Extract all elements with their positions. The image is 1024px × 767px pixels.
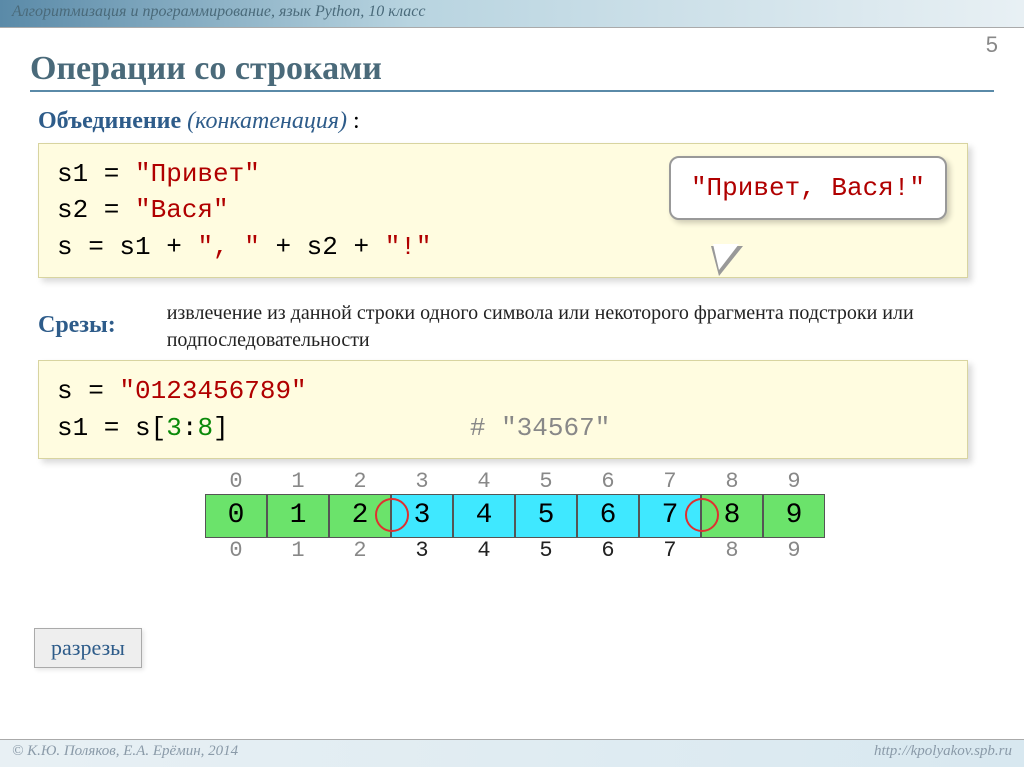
char-row: 0123456789 bbox=[205, 494, 1024, 538]
index-cell: 3 bbox=[391, 538, 453, 563]
char-cell: 7 bbox=[639, 494, 701, 538]
index-cell: 7 bbox=[639, 469, 701, 494]
index-cell: 8 bbox=[701, 469, 763, 494]
char-cell: 6 bbox=[577, 494, 639, 538]
cut-label: разрезы bbox=[34, 628, 142, 668]
index-cell: 4 bbox=[453, 469, 515, 494]
bottom-index-row: 0123456789 bbox=[205, 538, 1024, 563]
footer-left: © К.Ю. Поляков, Е.А. Ерёмин, 2014 bbox=[12, 743, 238, 764]
page-number: 5 bbox=[986, 32, 998, 58]
slices-heading: Срезы: bbox=[38, 312, 167, 339]
concat-term: Объединение bbox=[38, 108, 181, 134]
char-cell: 2 bbox=[329, 494, 391, 538]
index-cell: 5 bbox=[515, 469, 577, 494]
index-cell: 3 bbox=[391, 469, 453, 494]
index-cell: 2 bbox=[329, 469, 391, 494]
footer-right: http://kpolyakov.spb.ru bbox=[874, 743, 1012, 764]
code-line: s = s1 + ", " + s2 + "!" bbox=[57, 229, 949, 265]
bubble-text: "Привет, Вася!" bbox=[691, 173, 925, 203]
index-cell: 2 bbox=[329, 538, 391, 563]
index-cell: 7 bbox=[639, 538, 701, 563]
char-cell: 4 bbox=[453, 494, 515, 538]
concat-heading: Объединение (конкатенация) : bbox=[38, 108, 986, 135]
index-cell: 9 bbox=[763, 538, 825, 563]
slices-code-block: s = "0123456789" s1 = s[3:8] # "34567" bbox=[38, 360, 968, 459]
slide-title: Операции со строками bbox=[30, 50, 994, 92]
index-cell: 6 bbox=[577, 538, 639, 563]
char-cell: 0 bbox=[205, 494, 267, 538]
slide-header: Алгоритмизация и программирование, язык … bbox=[0, 0, 1024, 28]
slide-footer: © К.Ю. Поляков, Е.А. Ерёмин, 2014 http:/… bbox=[0, 739, 1024, 767]
char-cell: 8 bbox=[701, 494, 763, 538]
code-line: s = "0123456789" bbox=[57, 373, 949, 409]
index-cell: 8 bbox=[701, 538, 763, 563]
concat-colon: : bbox=[353, 108, 360, 134]
char-cell: 3 bbox=[391, 494, 453, 538]
result-bubble: "Привет, Вася!" bbox=[669, 156, 947, 220]
index-cell: 1 bbox=[267, 538, 329, 563]
index-cell: 9 bbox=[763, 469, 825, 494]
top-index-row: 0123456789 bbox=[205, 469, 1024, 494]
code-comment: # "34567" bbox=[470, 413, 610, 443]
index-cell: 0 bbox=[205, 538, 267, 563]
char-cell: 5 bbox=[515, 494, 577, 538]
concat-italic: (конкатенация) bbox=[187, 108, 347, 134]
index-cell: 1 bbox=[267, 469, 329, 494]
index-cell: 5 bbox=[515, 538, 577, 563]
index-cell: 4 bbox=[453, 538, 515, 563]
char-cell: 1 bbox=[267, 494, 329, 538]
slices-description: извлечение из данной строки одного симво… bbox=[167, 300, 986, 354]
index-cell: 0 bbox=[205, 469, 267, 494]
index-cell: 6 bbox=[577, 469, 639, 494]
concat-code-block: s1 = "Привет" s2 = "Вася" s = s1 + ", " … bbox=[38, 143, 968, 278]
code-line: s1 = s[3:8] # "34567" bbox=[57, 410, 949, 446]
char-cell: 9 bbox=[763, 494, 825, 538]
